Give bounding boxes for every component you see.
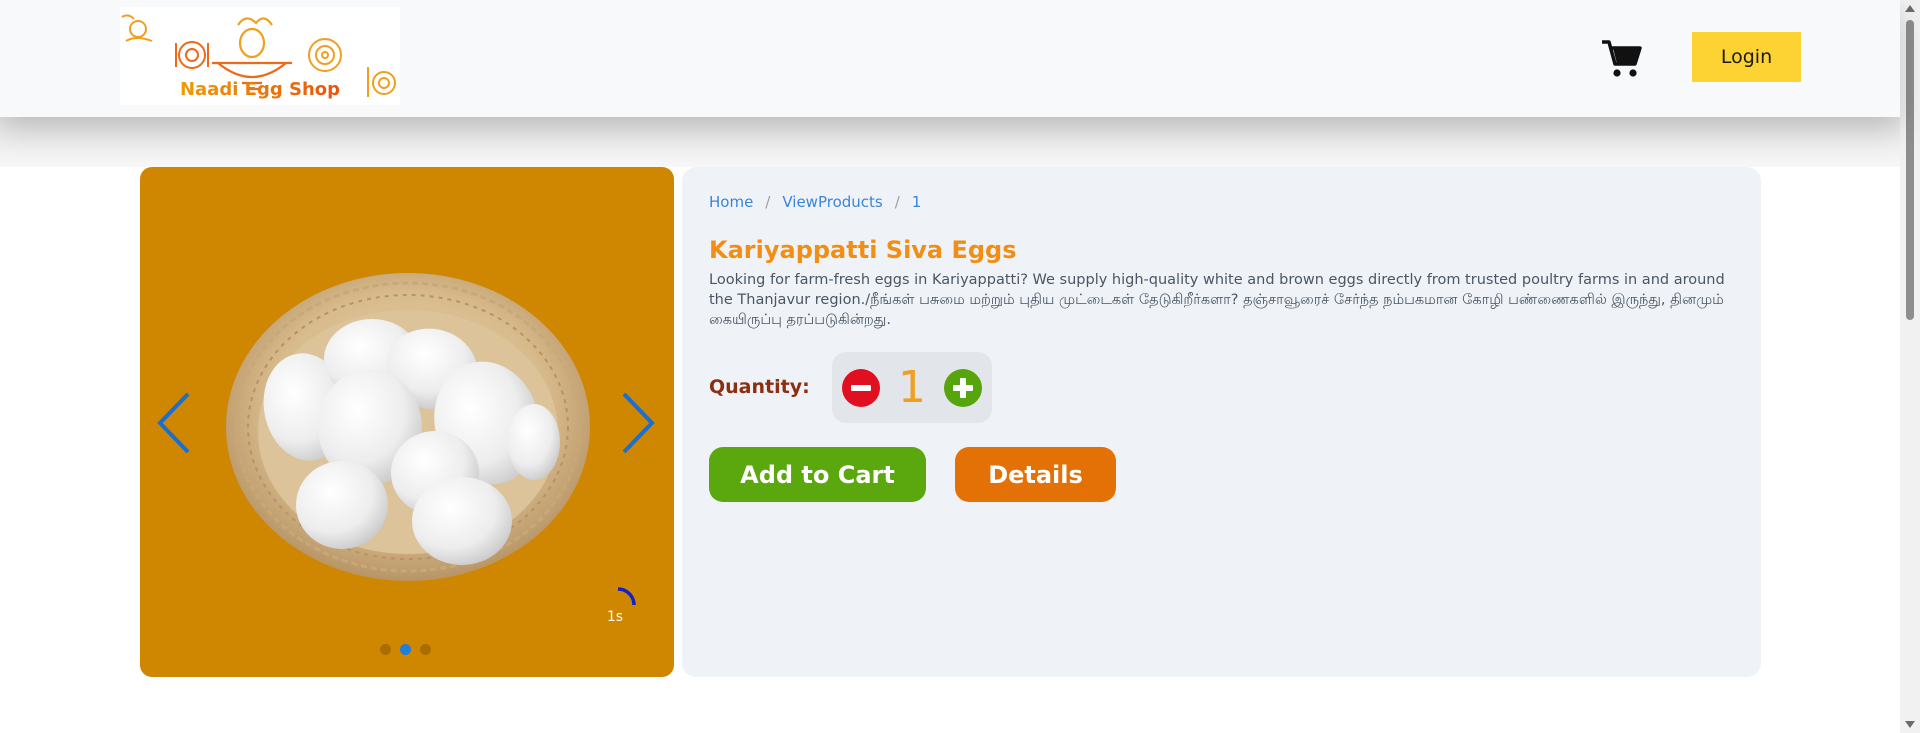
breadcrumb-viewproducts[interactable]: ViewProducts bbox=[782, 193, 882, 211]
autoplay-timer-icon bbox=[617, 587, 636, 606]
quantity-label: Quantity: bbox=[709, 376, 810, 398]
breadcrumb-separator: / bbox=[765, 193, 771, 211]
site-header: Naadi Egg Shop Login bbox=[0, 0, 1900, 117]
cart-icon bbox=[1602, 40, 1642, 77]
breadcrumb: Home / ViewProducts / 1 bbox=[709, 193, 921, 211]
breadcrumb-separator: / bbox=[894, 193, 900, 211]
breadcrumb-current[interactable]: 1 bbox=[912, 193, 922, 211]
product-carousel: 1s bbox=[140, 167, 674, 677]
page-scrollbar[interactable] bbox=[1900, 0, 1920, 733]
carousel-dot[interactable] bbox=[380, 644, 391, 655]
login-button[interactable]: Login bbox=[1692, 32, 1801, 82]
chevron-right-icon[interactable] bbox=[618, 390, 658, 456]
quantity-stepper: 1 bbox=[832, 352, 992, 423]
breadcrumb-home[interactable]: Home bbox=[709, 193, 753, 211]
quantity-value: 1 bbox=[898, 362, 926, 413]
details-button[interactable]: Details bbox=[955, 447, 1116, 502]
carousel-dot-active[interactable] bbox=[400, 644, 411, 655]
product-description: Looking for farm-fresh eggs in Kariyappa… bbox=[709, 272, 1725, 328]
scroll-up-icon[interactable] bbox=[1905, 5, 1915, 12]
cart-button[interactable] bbox=[1600, 36, 1644, 80]
scroll-thumb[interactable] bbox=[1906, 20, 1914, 320]
carousel-dots bbox=[380, 644, 431, 656]
logo-text: Naadi Egg Shop bbox=[120, 79, 400, 100]
carousel-dot[interactable] bbox=[420, 644, 431, 655]
plus-circle-icon[interactable] bbox=[944, 369, 982, 407]
egg-basket-image bbox=[226, 273, 590, 581]
header-shadow bbox=[0, 117, 1900, 167]
product-title: Kariyappatti Siva Eggs bbox=[709, 236, 1017, 264]
minus-circle-icon[interactable] bbox=[842, 369, 880, 407]
chevron-left-icon[interactable] bbox=[154, 390, 194, 456]
add-to-cart-button[interactable]: Add to Cart bbox=[709, 447, 926, 502]
scroll-down-icon[interactable] bbox=[1905, 721, 1915, 728]
logo[interactable]: Naadi Egg Shop bbox=[120, 7, 400, 105]
